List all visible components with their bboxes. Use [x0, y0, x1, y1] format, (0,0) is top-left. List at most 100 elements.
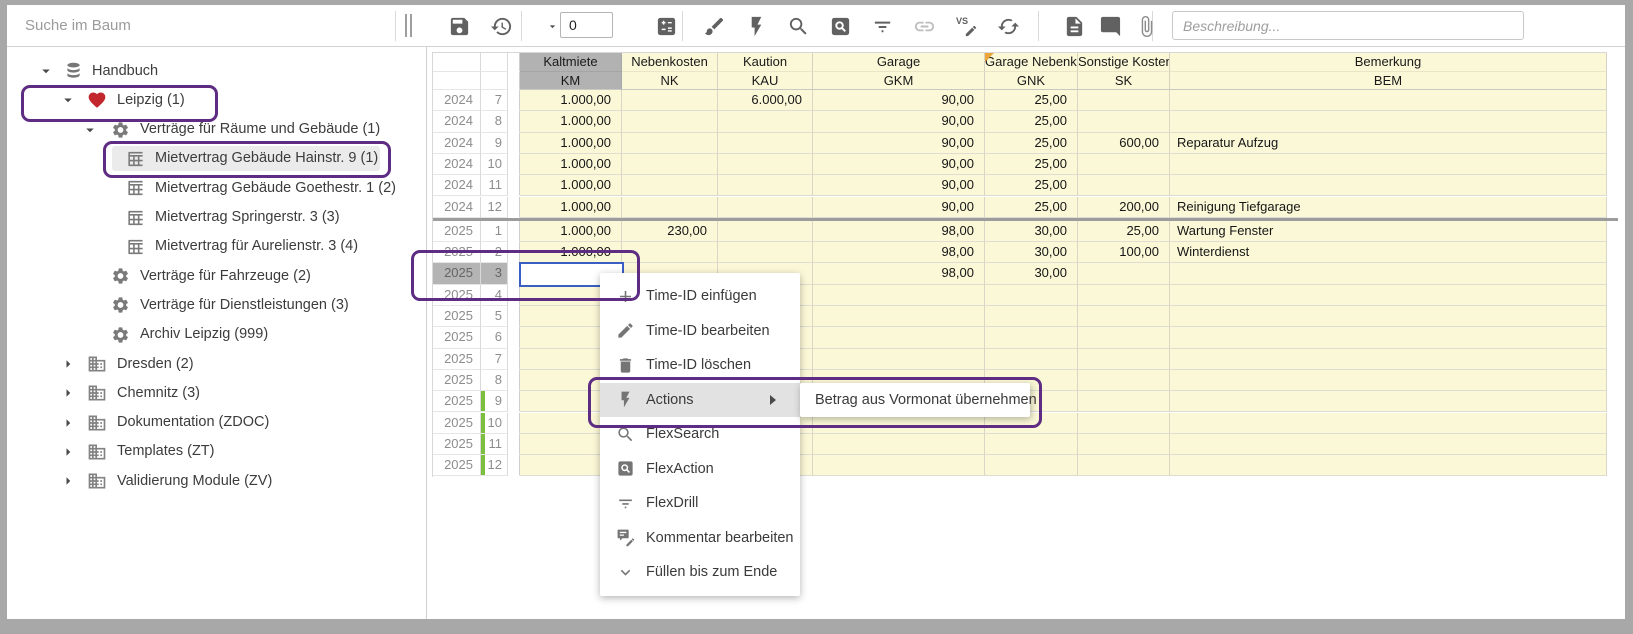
cell-BEM[interactable]: Winterdienst [1170, 242, 1607, 263]
row-header-year[interactable]: 2024 [433, 133, 481, 154]
cell-SK[interactable] [1078, 327, 1170, 348]
cell-SK[interactable] [1078, 434, 1170, 455]
cell-KAU[interactable] [718, 133, 813, 154]
cell-BEM[interactable] [1170, 455, 1607, 476]
column-header-BEM[interactable]: Bemerkung [1170, 53, 1607, 72]
row-header-month[interactable]: 5 [481, 306, 508, 327]
cell-SK[interactable] [1078, 413, 1170, 434]
cell-NK[interactable] [622, 111, 718, 132]
row-header-year[interactable]: 2025 [433, 263, 481, 284]
cell-SK[interactable] [1078, 263, 1170, 284]
cell-GKM[interactable] [813, 306, 985, 327]
row-header-year[interactable]: 2025 [433, 434, 481, 455]
cell-BEM[interactable] [1170, 327, 1607, 348]
row-header-month[interactable]: 7 [481, 90, 508, 111]
cell-KAU[interactable] [718, 111, 813, 132]
column-header-KAU[interactable]: KAU [718, 72, 813, 91]
menu-item-1[interactable]: Time-ID bearbeiten [600, 314, 800, 349]
cell-GKM[interactable]: 90,00 [813, 197, 985, 218]
row-header-month[interactable]: 12 [481, 197, 508, 218]
column-header-BEM[interactable]: BEM [1170, 72, 1607, 91]
row-header-year[interactable]: 2025 [433, 349, 481, 370]
cell-BEM[interactable]: Reparatur Aufzug [1170, 133, 1607, 154]
cell-GKM[interactable]: 90,00 [813, 111, 985, 132]
cell-GKM[interactable] [813, 434, 985, 455]
cell-SK[interactable]: 100,00 [1078, 242, 1170, 263]
row-header-year[interactable]: 2025 [433, 242, 481, 263]
submenu-item-betrag-aus-vormonat[interactable]: Betrag aus Vormonat übernehmen [800, 383, 1030, 418]
menu-item-3[interactable]: Actions [600, 383, 800, 418]
row-header-month[interactable]: 1 [481, 221, 508, 242]
column-header-NK[interactable]: NK [622, 72, 718, 91]
row-header-year[interactable]: 2025 [433, 413, 481, 434]
cell-BEM[interactable] [1170, 90, 1607, 111]
cell[interactable] [508, 221, 520, 242]
cell[interactable] [508, 327, 520, 348]
cell-GNK[interactable]: 25,00 [985, 133, 1078, 154]
row-header-month[interactable]: 11 [481, 434, 508, 455]
row-header-month[interactable]: 9 [481, 391, 508, 412]
cell-GKM[interactable] [813, 285, 985, 306]
cell-BEM[interactable] [1170, 349, 1607, 370]
cell-SK[interactable] [1078, 175, 1170, 196]
cell-GKM[interactable]: 90,00 [813, 133, 985, 154]
row-header-year[interactable]: 2025 [433, 370, 481, 391]
cell-BEM[interactable] [1170, 263, 1607, 284]
column-header-KM[interactable]: Kaltmiete [520, 53, 622, 72]
column-header-GKM[interactable]: GKM [813, 72, 985, 91]
cell[interactable] [508, 111, 520, 132]
cell-BEM[interactable] [1170, 111, 1607, 132]
cell-GNK[interactable] [985, 349, 1078, 370]
cell-GNK[interactable] [985, 434, 1078, 455]
cell-SK[interactable] [1078, 370, 1170, 391]
cell-GKM[interactable] [813, 455, 985, 476]
cell-KAU[interactable] [718, 175, 813, 196]
row-header-year[interactable]: 2025 [433, 327, 481, 348]
row-header-month[interactable]: 12 [481, 455, 508, 476]
cell-GKM[interactable]: 98,00 [813, 242, 985, 263]
cell[interactable] [508, 133, 520, 154]
row-header-year[interactable]: 2024 [433, 197, 481, 218]
cell[interactable] [508, 455, 520, 476]
column-header-KM[interactable]: KM [520, 72, 622, 91]
cell-BEM[interactable] [1170, 175, 1607, 196]
cell-SK[interactable] [1078, 391, 1170, 412]
cell-SK[interactable]: 600,00 [1078, 133, 1170, 154]
cell-GNK[interactable]: 25,00 [985, 175, 1078, 196]
cell-KAU[interactable] [718, 221, 813, 242]
column-header-KAU[interactable]: Kaution [718, 53, 813, 72]
cell-BEM[interactable]: Reinigung Tiefgarage [1170, 197, 1607, 218]
cell[interactable] [508, 434, 520, 455]
row-header-year[interactable]: 2025 [433, 391, 481, 412]
cell-NK[interactable] [622, 242, 718, 263]
cell-BEM[interactable] [1170, 434, 1607, 455]
cell-GNK[interactable] [985, 285, 1078, 306]
cell-GKM[interactable]: 98,00 [813, 263, 985, 284]
cell-GNK[interactable]: 30,00 [985, 221, 1078, 242]
cell[interactable] [508, 349, 520, 370]
column-header-GNK[interactable]: Garage Nebenkost [985, 53, 1078, 72]
column-header-SK[interactable]: SK [1078, 72, 1170, 91]
menu-item-0[interactable]: Time-ID einfügen [600, 279, 800, 314]
cell-GKM[interactable]: 90,00 [813, 90, 985, 111]
row-header-month[interactable]: 11 [481, 175, 508, 196]
cell[interactable] [508, 391, 520, 412]
cell-BEM[interactable] [1170, 370, 1607, 391]
cell-KM[interactable]: 1.000,00 [520, 111, 622, 132]
cell-NK[interactable] [622, 197, 718, 218]
cell-BEM[interactable] [1170, 154, 1607, 175]
row-header-year[interactable]: 2024 [433, 111, 481, 132]
menu-item-4[interactable]: FlexSearch [600, 417, 800, 452]
cell-BEM[interactable] [1170, 391, 1607, 412]
row-header-year[interactable]: 2024 [433, 90, 481, 111]
cell-KM[interactable]: 1.000,00 [520, 197, 622, 218]
cell-GKM[interactable] [813, 327, 985, 348]
cell-GNK[interactable] [985, 306, 1078, 327]
cell[interactable] [508, 197, 520, 218]
cell[interactable] [508, 306, 520, 327]
column-header-GKM[interactable]: Garage [813, 53, 985, 72]
row-header-month[interactable]: 9 [481, 133, 508, 154]
cell[interactable] [508, 175, 520, 196]
cell-KAU[interactable] [718, 242, 813, 263]
cell[interactable] [508, 154, 520, 175]
